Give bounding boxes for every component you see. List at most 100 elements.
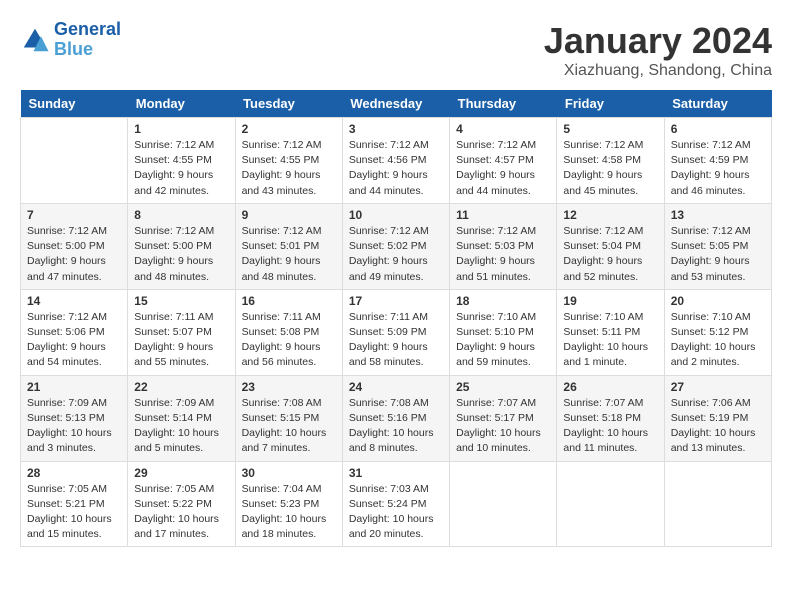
calendar-cell: 22 Sunrise: 7:09 AMSunset: 5:14 PMDayligh… (128, 375, 235, 461)
day-info: Sunrise: 7:12 AMSunset: 4:59 PMDaylight:… (671, 138, 765, 199)
day-info: Sunrise: 7:11 AMSunset: 5:07 PMDaylight:… (134, 310, 228, 371)
calendar-cell: 8 Sunrise: 7:12 AMSunset: 5:00 PMDaylight… (128, 203, 235, 289)
day-number: 25 (456, 380, 550, 394)
day-info: Sunrise: 7:12 AMSunset: 5:01 PMDaylight:… (242, 224, 336, 285)
location-subtitle: Xiazhuang, Shandong, China (544, 62, 772, 80)
day-number: 1 (134, 122, 228, 136)
day-number: 7 (27, 208, 121, 222)
day-info: Sunrise: 7:04 AMSunset: 5:23 PMDaylight:… (242, 482, 336, 543)
day-info: Sunrise: 7:12 AMSunset: 4:55 PMDaylight:… (134, 138, 228, 199)
day-info: Sunrise: 7:12 AMSunset: 4:57 PMDaylight:… (456, 138, 550, 199)
logo-text: GeneralBlue (54, 20, 121, 60)
calendar-week-row: 1 Sunrise: 7:12 AMSunset: 4:55 PMDaylight… (21, 118, 772, 204)
day-info: Sunrise: 7:10 AMSunset: 5:12 PMDaylight:… (671, 310, 765, 371)
page-header: GeneralBlue January 2024 Xiazhuang, Shan… (20, 20, 772, 80)
day-number: 19 (563, 294, 657, 308)
day-info: Sunrise: 7:12 AMSunset: 4:56 PMDaylight:… (349, 138, 443, 199)
day-number: 10 (349, 208, 443, 222)
day-info: Sunrise: 7:12 AMSunset: 4:58 PMDaylight:… (563, 138, 657, 199)
calendar-cell: 21 Sunrise: 7:09 AMSunset: 5:13 PMDayligh… (21, 375, 128, 461)
calendar-cell: 11Sunrise: 7:12 AMSunset: 5:03 PMDayligh… (450, 203, 557, 289)
calendar-header-row: SundayMondayTuesdayWednesdayThursdayFrid… (21, 90, 772, 118)
calendar-cell: 31Sunrise: 7:03 AMSunset: 5:24 PMDayligh… (342, 461, 449, 547)
calendar-week-row: 7 Sunrise: 7:12 AMSunset: 5:00 PMDaylight… (21, 203, 772, 289)
day-info: Sunrise: 7:07 AMSunset: 5:17 PMDaylight:… (456, 396, 550, 457)
day-number: 30 (242, 466, 336, 480)
day-info: Sunrise: 7:05 AMSunset: 5:22 PMDaylight:… (134, 482, 228, 543)
day-number: 9 (242, 208, 336, 222)
day-number: 11 (456, 208, 550, 222)
calendar-cell (21, 118, 128, 204)
month-title: January 2024 (544, 20, 772, 62)
day-info: Sunrise: 7:12 AMSunset: 5:06 PMDaylight:… (27, 310, 121, 371)
calendar-cell: 15Sunrise: 7:11 AMSunset: 5:07 PMDayligh… (128, 289, 235, 375)
day-number: 2 (242, 122, 336, 136)
calendar-cell (450, 461, 557, 547)
day-info: Sunrise: 7:12 AMSunset: 5:02 PMDaylight:… (349, 224, 443, 285)
calendar-cell: 29 Sunrise: 7:05 AMSunset: 5:22 PMDayligh… (128, 461, 235, 547)
calendar-cell: 17 Sunrise: 7:11 AMSunset: 5:09 PMDayligh… (342, 289, 449, 375)
calendar-cell (664, 461, 771, 547)
calendar-cell: 27Sunrise: 7:06 AMSunset: 5:19 PMDayligh… (664, 375, 771, 461)
calendar-cell: 16Sunrise: 7:11 AMSunset: 5:08 PMDayligh… (235, 289, 342, 375)
day-number: 20 (671, 294, 765, 308)
day-number: 17 (349, 294, 443, 308)
calendar-cell: 3 Sunrise: 7:12 AMSunset: 4:56 PMDaylight… (342, 118, 449, 204)
day-number: 23 (242, 380, 336, 394)
day-info: Sunrise: 7:08 AMSunset: 5:15 PMDaylight:… (242, 396, 336, 457)
day-info: Sunrise: 7:09 AMSunset: 5:14 PMDaylight:… (134, 396, 228, 457)
day-number: 6 (671, 122, 765, 136)
day-number: 12 (563, 208, 657, 222)
day-info: Sunrise: 7:05 AMSunset: 5:21 PMDaylight:… (27, 482, 121, 543)
day-number: 18 (456, 294, 550, 308)
logo: GeneralBlue (20, 20, 121, 60)
day-number: 14 (27, 294, 121, 308)
calendar-cell (557, 461, 664, 547)
calendar-cell: 18 Sunrise: 7:10 AMSunset: 5:10 PMDayligh… (450, 289, 557, 375)
day-number: 5 (563, 122, 657, 136)
calendar-cell: 12 Sunrise: 7:12 AMSunset: 5:04 PMDayligh… (557, 203, 664, 289)
calendar-week-row: 14 Sunrise: 7:12 AMSunset: 5:06 PMDayligh… (21, 289, 772, 375)
calendar-cell: 30 Sunrise: 7:04 AMSunset: 5:23 PMDayligh… (235, 461, 342, 547)
calendar-day-header: Wednesday (342, 90, 449, 118)
calendar-day-header: Sunday (21, 90, 128, 118)
day-number: 13 (671, 208, 765, 222)
day-number: 29 (134, 466, 228, 480)
day-number: 3 (349, 122, 443, 136)
day-info: Sunrise: 7:12 AMSunset: 5:00 PMDaylight:… (27, 224, 121, 285)
calendar-table: SundayMondayTuesdayWednesdayThursdayFrid… (20, 90, 772, 547)
day-info: Sunrise: 7:08 AMSunset: 5:16 PMDaylight:… (349, 396, 443, 457)
day-info: Sunrise: 7:10 AMSunset: 5:11 PMDaylight:… (563, 310, 657, 371)
day-info: Sunrise: 7:10 AMSunset: 5:10 PMDaylight:… (456, 310, 550, 371)
calendar-day-header: Tuesday (235, 90, 342, 118)
day-info: Sunrise: 7:12 AMSunset: 4:55 PMDaylight:… (242, 138, 336, 199)
day-number: 27 (671, 380, 765, 394)
calendar-cell: 9 Sunrise: 7:12 AMSunset: 5:01 PMDaylight… (235, 203, 342, 289)
calendar-cell: 7 Sunrise: 7:12 AMSunset: 5:00 PMDaylight… (21, 203, 128, 289)
calendar-day-header: Monday (128, 90, 235, 118)
calendar-cell: 24 Sunrise: 7:08 AMSunset: 5:16 PMDayligh… (342, 375, 449, 461)
calendar-cell: 25 Sunrise: 7:07 AMSunset: 5:17 PMDayligh… (450, 375, 557, 461)
calendar-cell: 26Sunrise: 7:07 AMSunset: 5:18 PMDayligh… (557, 375, 664, 461)
calendar-day-header: Saturday (664, 90, 771, 118)
day-number: 8 (134, 208, 228, 222)
day-info: Sunrise: 7:11 AMSunset: 5:08 PMDaylight:… (242, 310, 336, 371)
day-info: Sunrise: 7:07 AMSunset: 5:18 PMDaylight:… (563, 396, 657, 457)
day-info: Sunrise: 7:09 AMSunset: 5:13 PMDaylight:… (27, 396, 121, 457)
calendar-cell: 28Sunrise: 7:05 AMSunset: 5:21 PMDayligh… (21, 461, 128, 547)
calendar-body: 1 Sunrise: 7:12 AMSunset: 4:55 PMDaylight… (21, 118, 772, 547)
calendar-cell: 20 Sunrise: 7:10 AMSunset: 5:12 PMDayligh… (664, 289, 771, 375)
day-info: Sunrise: 7:12 AMSunset: 5:00 PMDaylight:… (134, 224, 228, 285)
calendar-cell: 1 Sunrise: 7:12 AMSunset: 4:55 PMDaylight… (128, 118, 235, 204)
day-info: Sunrise: 7:03 AMSunset: 5:24 PMDaylight:… (349, 482, 443, 543)
day-number: 21 (27, 380, 121, 394)
day-number: 22 (134, 380, 228, 394)
day-info: Sunrise: 7:11 AMSunset: 5:09 PMDaylight:… (349, 310, 443, 371)
calendar-cell: 6 Sunrise: 7:12 AMSunset: 4:59 PMDaylight… (664, 118, 771, 204)
calendar-week-row: 21 Sunrise: 7:09 AMSunset: 5:13 PMDayligh… (21, 375, 772, 461)
calendar-cell: 23 Sunrise: 7:08 AMSunset: 5:15 PMDayligh… (235, 375, 342, 461)
day-number: 4 (456, 122, 550, 136)
day-number: 24 (349, 380, 443, 394)
calendar-cell: 10 Sunrise: 7:12 AMSunset: 5:02 PMDayligh… (342, 203, 449, 289)
day-info: Sunrise: 7:12 AMSunset: 5:04 PMDaylight:… (563, 224, 657, 285)
